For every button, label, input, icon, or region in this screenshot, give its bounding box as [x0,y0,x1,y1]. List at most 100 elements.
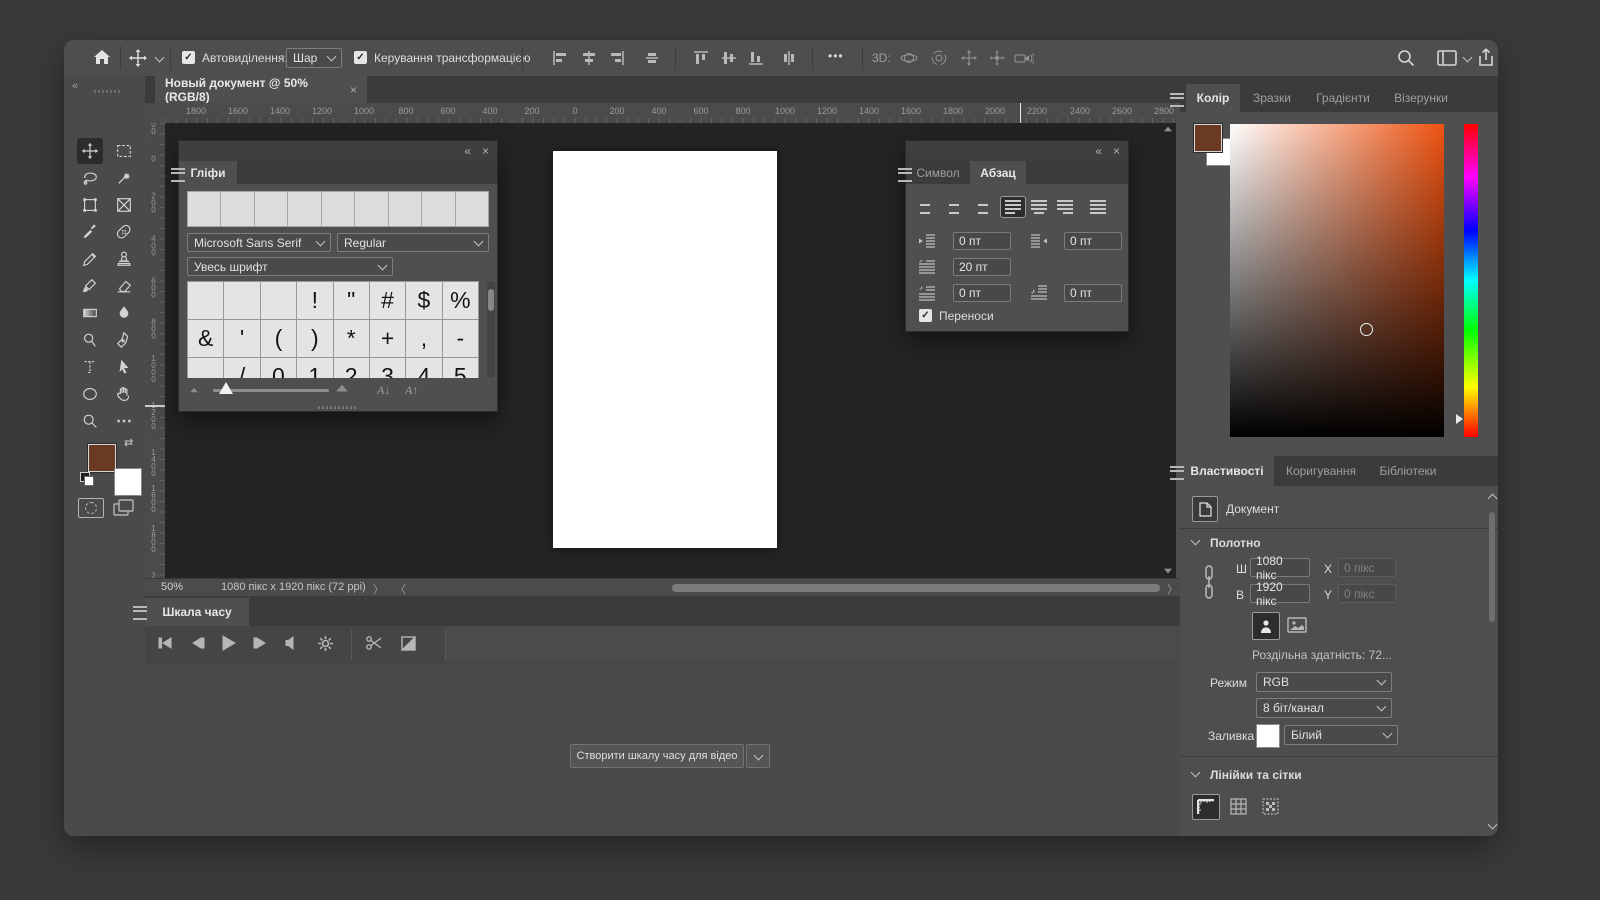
path-selection-tool[interactable] [111,354,137,380]
glyph-cell[interactable]: * [334,320,369,357]
create-timeline-button[interactable]: Створити шкалу часу для відео [570,744,744,768]
tab-adjustments[interactable]: Коригування [1274,456,1368,486]
screen-mode-icon[interactable] [112,498,136,523]
horizontal-scrollbar-thumb[interactable] [672,584,1160,592]
hue-strip[interactable] [1464,124,1478,437]
space-after-field[interactable]: 0 пт [1064,284,1122,302]
auto-select-dropdown[interactable]: Шар [286,48,342,68]
scroll-right-icon[interactable]: 〉 [1167,581,1178,597]
recent-glyphs-row[interactable] [187,191,489,227]
3d-camera-icon[interactable] [1014,49,1034,67]
timeline-settings-icon[interactable] [317,635,334,652]
move-tool[interactable] [77,138,103,164]
collapse-panel-icon[interactable]: « [464,144,471,158]
3d-pan-icon[interactable] [960,49,978,67]
clone-stamp-tool[interactable] [111,246,137,272]
tools-grip[interactable] [94,90,120,93]
panel-menu-icon[interactable] [1170,466,1184,480]
scroll-down-icon[interactable] [1164,569,1172,574]
font-style-dropdown[interactable]: Regular [337,233,489,252]
scroll-up-icon[interactable] [1164,127,1172,132]
hand-tool[interactable] [111,381,137,407]
tab-glyphs[interactable]: Гліфи [179,161,237,184]
crop-tool[interactable] [77,192,103,218]
glyph-cell[interactable]: ! [297,282,332,319]
glyph-grid-scrollbar[interactable] [487,281,495,378]
glyph-cell[interactable]: - [443,320,478,357]
horizontal-ruler[interactable]: 1800 1600 1400 1200 1000 800 600 400 200… [165,103,1176,124]
align-left-button[interactable] [916,197,940,217]
align-top-edges-icon[interactable] [693,50,709,66]
glyph-cell[interactable]: ' [224,320,259,357]
orientation-portrait-button[interactable] [1252,612,1280,640]
saturation-brightness-field[interactable] [1230,124,1444,437]
more-options-icon[interactable]: ••• [828,49,844,63]
width-field[interactable]: 1080 пікс [1250,558,1310,577]
glyph-range-dropdown[interactable]: Увесь шрифт [187,257,393,276]
share-icon[interactable] [1476,47,1496,68]
ruler-corner[interactable] [145,103,166,124]
split-clip-icon[interactable] [365,635,383,651]
glyph-cell[interactable]: ( [261,320,296,357]
align-right-edges-icon[interactable] [609,50,625,66]
glyph-cell[interactable] [188,358,223,378]
more-tools-icon[interactable] [111,408,137,434]
glyph-cell[interactable] [224,282,259,319]
align-bottom-edges-icon[interactable] [748,50,764,66]
go-to-first-frame-icon[interactable] [157,636,173,650]
distribute-vertical-icon[interactable] [781,50,797,66]
eraser-tool[interactable] [111,273,137,299]
scrollbar-thumb[interactable] [488,289,494,311]
orientation-landscape-button[interactable] [1284,612,1310,638]
eyedropper-tool[interactable] [77,219,103,245]
blur-tool[interactable] [111,300,137,326]
pencil-tool[interactable] [77,246,103,272]
glyph-cell[interactable]: % [443,282,478,319]
glyph-cell[interactable]: + [370,320,405,357]
close-panel-icon[interactable]: × [482,144,489,158]
zoom-tool[interactable] [77,408,103,434]
height-field[interactable]: 1920 пікс [1250,584,1310,603]
align-center-button[interactable] [942,197,966,217]
collapse-tools-icon[interactable]: « [72,80,78,92]
document-type-icon[interactable] [1192,496,1218,522]
workspace-chevron-icon[interactable] [1463,53,1473,63]
quick-mask-icon[interactable] [78,498,104,518]
move-tool-chevron-icon[interactable] [155,53,165,63]
ellipse-tool[interactable] [77,381,103,407]
panel-menu-icon[interactable] [133,606,147,620]
distribute-horizontal-icon[interactable] [644,50,660,66]
search-icon[interactable] [1396,48,1416,68]
tab-libraries[interactable]: Бібліотеки [1368,456,1448,486]
tab-character[interactable]: Символ [906,161,970,184]
audio-icon[interactable] [285,636,301,650]
indent-first-line-field[interactable]: 20 пт [953,258,1011,276]
panel-menu-icon[interactable] [898,168,912,182]
tab-paragraph[interactable]: Абзац [970,161,1026,184]
glyph-scale-down-icon[interactable]: A↓ [377,383,390,398]
lasso-tool[interactable] [77,165,103,191]
hyphenate-checkbox[interactable]: ✓ [919,309,932,322]
collapse-panel-icon[interactable]: « [1095,144,1102,158]
gradient-tool[interactable] [77,300,103,326]
align-right-button[interactable] [968,197,992,217]
glyph-cell[interactable]: 3 [370,358,405,378]
brush-tool[interactable] [77,273,103,299]
glyph-zoom-out-icon[interactable] [190,388,198,393]
document-tab[interactable]: Новый документ @ 50% (RGB/8) × [155,76,367,103]
tab-properties[interactable]: Властивості [1180,456,1274,486]
status-menu-arrow-icon[interactable]: 〉 [373,581,384,597]
glyph-cell[interactable]: 0 [261,358,296,378]
fill-color-swatch[interactable] [1256,724,1280,748]
tab-patterns[interactable]: Візерунки [1382,84,1460,112]
glyph-cell[interactable]: , [406,320,441,357]
glyph-cell[interactable]: 5 [443,358,478,378]
panel-resize-grip[interactable] [318,406,358,409]
align-left-edges-icon[interactable] [552,50,568,66]
foreground-color-swatch[interactable] [1194,124,1222,152]
glyph-cell[interactable]: 2 [334,358,369,378]
tab-swatches[interactable]: Зразки [1240,84,1304,112]
canvas-section-chevron-icon[interactable] [1191,536,1201,546]
healing-brush-tool[interactable] [111,219,137,245]
space-before-field[interactable]: 0 пт [953,284,1011,302]
